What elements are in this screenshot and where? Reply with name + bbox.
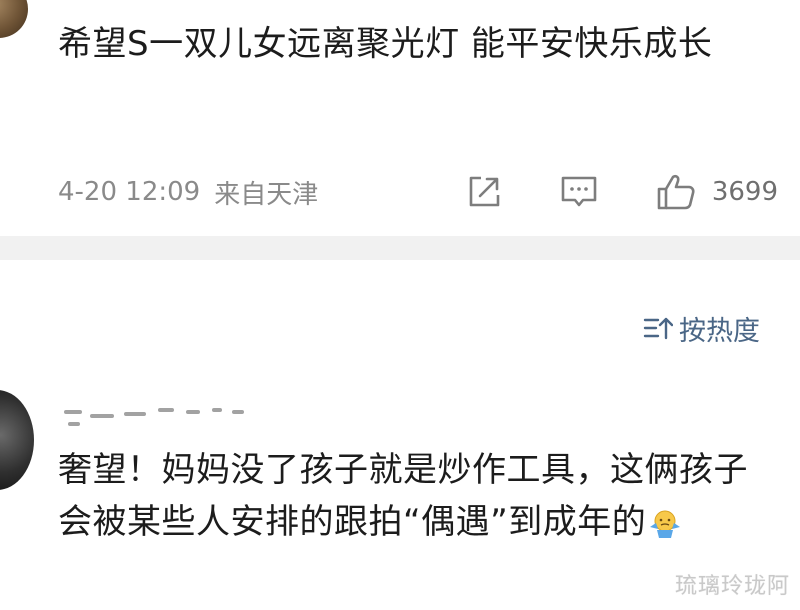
watermark: 琉璃玲珑阿 (674, 574, 790, 599)
shrug-emoji-icon (648, 502, 682, 554)
comment-button[interactable] (560, 174, 598, 210)
sort-icon (643, 317, 673, 340)
share-button[interactable] (466, 174, 502, 210)
post-meta-row: 4-20 12:09 来自天津 3699 (58, 168, 778, 216)
comment-avatar[interactable] (0, 390, 34, 490)
username-blur (158, 408, 174, 412)
comment-text: 奢望！妈妈没了孩子就是炒作工具，这俩孩子会被某些人安排的跟拍“偶遇”到成年的 (58, 450, 748, 542)
share-icon (469, 176, 500, 207)
username-blur (212, 408, 222, 412)
post-text: 希望S一双儿女远离聚光灯 能平安快乐成长 (58, 24, 713, 64)
sort-by-hot-button[interactable]: 按热度 (643, 308, 760, 348)
comment-username-obscured[interactable] (62, 398, 262, 434)
like-button[interactable]: 3699 (656, 173, 778, 211)
username-blur (124, 412, 146, 416)
username-blur (68, 422, 80, 426)
username-blur (232, 410, 244, 414)
like-count: 3699 (711, 177, 778, 207)
post-actions: 3699 (466, 168, 778, 216)
sort-label: 按热度 (679, 315, 760, 347)
comment-icon (561, 176, 597, 207)
post-time: 4-20 12:09 (58, 177, 201, 207)
post-avatar[interactable] (0, 0, 28, 38)
section-divider (0, 236, 800, 260)
comment-body: 奢望！妈妈没了孩子就是炒作工具，这俩孩子会被某些人安排的跟拍“偶遇”到成年的 (58, 444, 778, 554)
post-source: 来自天津 (214, 179, 319, 210)
username-blur (186, 410, 200, 414)
thumbs-up-icon (657, 174, 695, 210)
username-blur (64, 410, 82, 414)
username-blur (90, 414, 114, 418)
